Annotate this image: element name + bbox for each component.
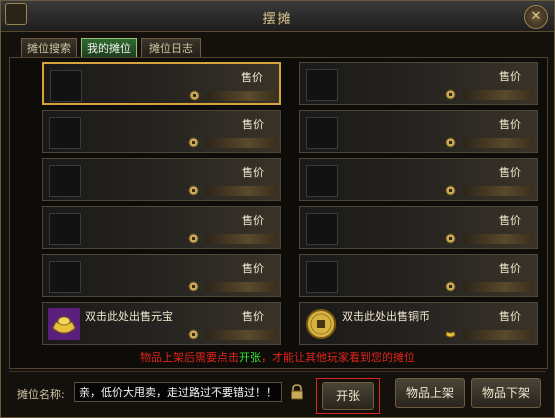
price-label: 售价 (499, 310, 521, 323)
stall-name-input[interactable] (74, 382, 282, 402)
sell-copper-slot[interactable]: 双击此处出售铜币 售价 (299, 302, 538, 345)
item-box (306, 165, 338, 197)
close-icon: ✕ (530, 9, 542, 24)
item-box (49, 261, 81, 293)
price-label: 售价 (499, 118, 521, 131)
price-field (206, 91, 278, 101)
tab-my-stall[interactable]: 我的摊位 (81, 38, 137, 58)
price-label: 售价 (241, 71, 263, 84)
price-field (205, 138, 277, 148)
sell-gold-text: 双击此处出售元宝 (85, 310, 173, 323)
stall-slot-right-1[interactable]: 售价 (299, 62, 538, 105)
price-label: 售价 (242, 166, 264, 179)
price-field (462, 330, 534, 340)
price-field (205, 330, 277, 340)
item-box (49, 117, 81, 149)
stall-slot-left-5[interactable]: 售价 (42, 254, 281, 297)
copper-coin-icon (306, 309, 336, 339)
item-box (306, 213, 338, 245)
tab-stall-log[interactable]: 摊位日志 (141, 38, 201, 58)
price-label: 售价 (242, 118, 264, 131)
gold-ingot-icon (48, 308, 80, 340)
sell-copper-text: 双击此处出售铜币 (342, 310, 430, 323)
price-field (462, 282, 534, 292)
coin-icon (445, 137, 456, 148)
coin-icon (445, 281, 456, 292)
open-stall-button[interactable]: 开张 (322, 382, 374, 410)
sell-gold-slot[interactable]: 双击此处出售元宝 售价 (42, 302, 281, 345)
window-title: 摆摊 (262, 12, 293, 27)
stall-slot-right-4[interactable]: 售价 (299, 206, 538, 249)
ingot-small-icon (445, 331, 456, 338)
tab-stall-search[interactable]: 摊位搜索 (21, 38, 77, 58)
price-field (462, 138, 534, 148)
stall-slot-right-5[interactable]: 售价 (299, 254, 538, 297)
coin-icon (445, 233, 456, 244)
stall-slot-right-2[interactable]: 售价 (299, 110, 538, 153)
stall-slot-left-3[interactable]: 售价 (42, 158, 281, 201)
price-label: 售价 (499, 262, 521, 275)
title-bar[interactable]: 摆摊 ✕ (1, 1, 554, 32)
lock-icon[interactable] (290, 384, 304, 400)
coin-icon (189, 90, 200, 101)
stall-slot-left-4[interactable]: 售价 (42, 206, 281, 249)
price-field (462, 186, 534, 196)
price-label: 售价 (242, 310, 264, 323)
coin-icon (188, 281, 199, 292)
coin-icon (445, 185, 456, 196)
slot-grid: 售价 售价 售价 售价 售价 双击此处出售元宝 售价 售价 售价 售价 售价 售… (9, 57, 548, 369)
price-field (205, 234, 277, 244)
delist-item-button[interactable]: 物品下架 (471, 378, 541, 408)
item-box (49, 165, 81, 197)
list-item-button[interactable]: 物品上架 (395, 378, 465, 408)
item-box (50, 70, 82, 102)
coin-icon (188, 329, 199, 340)
price-field (462, 234, 534, 244)
stall-slot-left-1[interactable]: 售价 (42, 62, 281, 105)
price-label: 售价 (499, 166, 521, 179)
stall-slot-right-3[interactable]: 售价 (299, 158, 538, 201)
coin-icon (445, 89, 456, 100)
price-field (205, 186, 277, 196)
stall-name-label: 摊位名称: (17, 388, 65, 401)
item-box (306, 69, 338, 101)
coin-icon (188, 137, 199, 148)
price-label: 售价 (499, 214, 521, 227)
price-label: 售价 (242, 214, 264, 227)
close-button[interactable]: ✕ (524, 5, 548, 29)
coin-icon (188, 185, 199, 196)
price-label: 售价 (499, 70, 521, 83)
stall-slot-left-2[interactable]: 售价 (42, 110, 281, 153)
item-box (49, 213, 81, 245)
price-label: 售价 (242, 262, 264, 275)
stall-window: 摆摊 ✕ 摊位搜索 我的摊位 摊位日志 售价 售价 售价 售价 售价 双击此处出… (0, 0, 555, 418)
item-box (306, 117, 338, 149)
bottom-bar: 摊位名称: 开张 物品上架 物品下架 (9, 371, 546, 414)
stall-notice: 物品上架后需要点击开张，才能让其他玩家看到您的摊位 (140, 351, 415, 364)
coin-icon (188, 233, 199, 244)
price-field (205, 282, 277, 292)
price-field (462, 90, 534, 100)
item-box (306, 261, 338, 293)
